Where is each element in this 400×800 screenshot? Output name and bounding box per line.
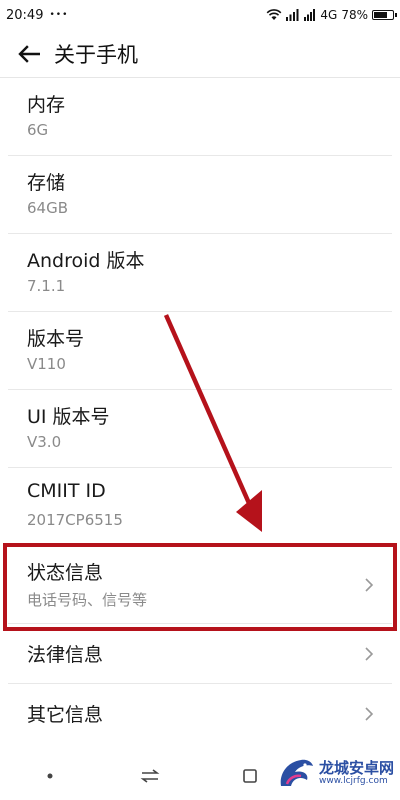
- watermark-url: www.lcjrfg.com: [318, 776, 388, 786]
- list-item-android-version[interactable]: Android 版本 7.1.1: [8, 234, 392, 312]
- wifi-icon: [267, 9, 282, 20]
- list-item-build-number[interactable]: 版本号 V110: [8, 312, 392, 390]
- list-item-storage[interactable]: 存储 64GB: [8, 156, 392, 234]
- list-item-subtitle: 电话号码、信号等: [27, 591, 148, 609]
- watermark: 龙城安卓网 www.lcjrfg.com: [277, 756, 394, 790]
- page-title: 关于手机: [54, 42, 138, 67]
- chevron-right-icon: [365, 577, 374, 592]
- signal-icon: [286, 9, 299, 21]
- list-item-status-info[interactable]: 状态信息 电话号码、信号等: [8, 546, 392, 624]
- nav-switch-button[interactable]: [130, 756, 170, 796]
- switch-arrows-icon: [140, 769, 160, 783]
- list-item-subtitle: 7.1.1: [27, 277, 66, 295]
- list-item-other-info[interactable]: 其它信息: [8, 684, 392, 744]
- status-time: 20:49: [6, 7, 44, 23]
- square-icon: [243, 769, 257, 783]
- battery-percent: 78%: [341, 8, 368, 22]
- status-bar: 20:49 ••• 4G 78%: [0, 0, 400, 30]
- battery-icon: [372, 10, 397, 20]
- list-item-ui-version[interactable]: UI 版本号 V3.0: [8, 390, 392, 468]
- dragon-logo-icon: [280, 759, 313, 786]
- back-button[interactable]: [14, 39, 44, 69]
- signal-icon-2: [304, 9, 316, 21]
- list-item-cmiit-id[interactable]: CMIIT ID 2017CP6515: [8, 468, 392, 546]
- list-item-subtitle: V3.0: [27, 433, 62, 451]
- list-item-title: 法律信息: [27, 644, 104, 666]
- list-item-title: 存储: [27, 172, 66, 194]
- list-item-subtitle: 6G: [27, 121, 49, 139]
- list-item-title: 内存: [27, 94, 66, 116]
- list-item-title: CMIIT ID: [27, 480, 106, 502]
- list-item-title: 状态信息: [27, 562, 104, 584]
- list-item-title: 其它信息: [27, 704, 104, 726]
- dot-icon: [47, 773, 53, 779]
- status-more-dots: •••: [49, 10, 69, 20]
- list-item-title: Android 版本: [27, 250, 145, 272]
- settings-list: 内存 6G 存储 64GB Android 版本 7.1.1 版本号 V110 …: [0, 78, 400, 744]
- network-type: 4G: [320, 8, 338, 22]
- nav-recents-button[interactable]: [230, 756, 270, 796]
- list-item-title: 版本号: [27, 328, 85, 350]
- chevron-right-icon: [365, 646, 374, 661]
- list-item-memory[interactable]: 内存 6G: [8, 78, 392, 156]
- app-bar: 关于手机: [0, 30, 400, 78]
- list-item-subtitle: 64GB: [27, 199, 69, 217]
- battery-fill: [374, 12, 387, 18]
- list-item-subtitle: 2017CP6515: [27, 511, 123, 529]
- chevron-right-icon: [365, 707, 374, 721]
- back-arrow-icon: [18, 44, 40, 63]
- watermark-name: 龙城安卓网: [318, 759, 394, 777]
- list-item-subtitle: V110: [27, 355, 66, 373]
- nav-dot-button[interactable]: [30, 756, 70, 796]
- list-item-legal-info[interactable]: 法律信息: [8, 624, 392, 684]
- list-item-title: UI 版本号: [27, 406, 110, 428]
